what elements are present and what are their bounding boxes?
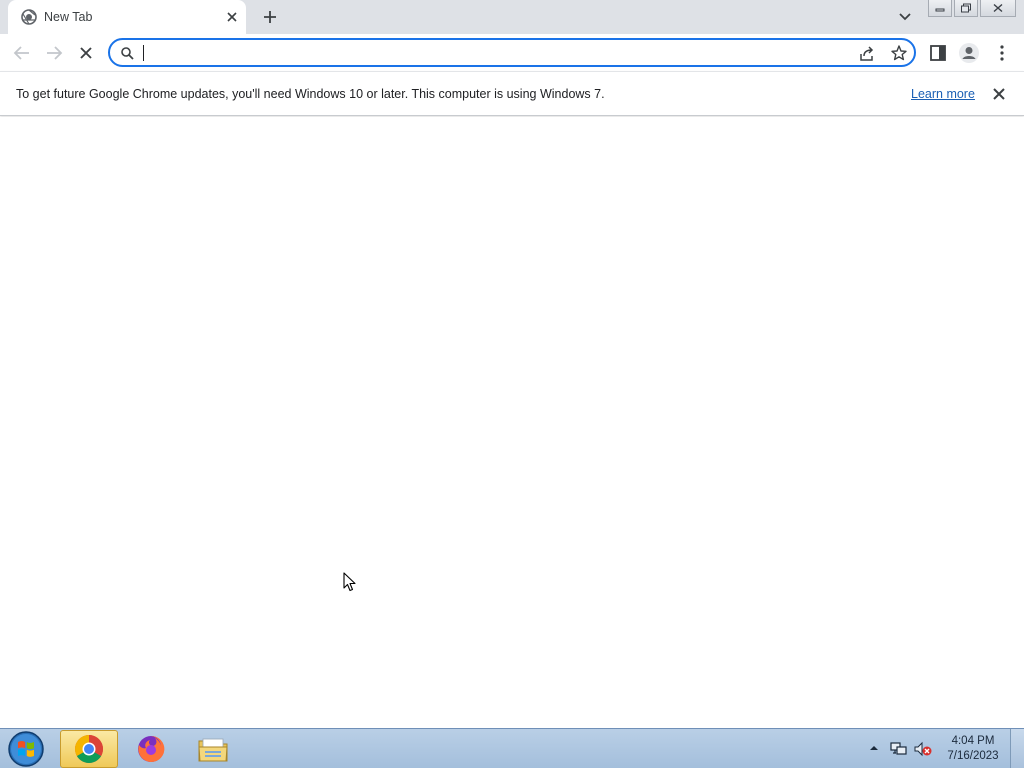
forward-arrow-icon[interactable] (43, 42, 65, 64)
minimize-icon (935, 8, 945, 12)
tab-close-icon[interactable] (223, 8, 241, 26)
address-bar[interactable] (108, 38, 916, 67)
screen: New Tab To get future Google Chrome upda… (0, 0, 1024, 768)
browser-toolbar (0, 34, 1024, 71)
window-close-button[interactable] (980, 0, 1016, 17)
infobar-close-icon[interactable] (990, 85, 1008, 103)
mouse-pointer-icon (343, 572, 356, 592)
share-icon[interactable] (858, 45, 876, 63)
taskbar-chrome[interactable] (60, 730, 118, 768)
clock-time: 4:04 PM (951, 735, 995, 747)
restore-icon (961, 3, 971, 13)
new-tab-plus-icon[interactable] (259, 6, 281, 28)
learn-more-link[interactable]: Learn more (911, 87, 975, 101)
profile-icon[interactable] (958, 42, 980, 64)
kebab-menu-icon[interactable] (991, 42, 1013, 64)
tab-title: New Tab (44, 10, 93, 24)
restore-button[interactable] (954, 0, 978, 17)
network-icon[interactable] (890, 741, 908, 757)
windows-taskbar: 4:04 PM 7/16/2023 (0, 728, 1024, 768)
tray-expand-icon[interactable] (869, 743, 879, 753)
tab-strip: New Tab (0, 0, 1024, 34)
minimize-button[interactable] (928, 0, 952, 17)
update-infobar: To get future Google Chrome updates, you… (0, 71, 1024, 116)
chrome-icon (75, 735, 103, 763)
side-panel-icon[interactable] (927, 42, 949, 64)
infobar-message: To get future Google Chrome updates, you… (16, 87, 605, 101)
taskbar-firefox[interactable] (122, 730, 180, 768)
page-content[interactable] (0, 117, 1024, 728)
folder-icon (198, 738, 228, 762)
window-controls (928, 0, 1018, 18)
volume-muted-icon[interactable] (914, 741, 932, 757)
show-desktop-button[interactable] (1010, 729, 1024, 768)
address-input[interactable] (142, 43, 842, 63)
stop-loading-icon[interactable] (75, 42, 97, 64)
chevron-down-icon[interactable] (895, 8, 915, 26)
search-icon (121, 47, 134, 60)
windows-start-icon[interactable] (6, 730, 46, 768)
chrome-newtab-icon (21, 9, 37, 25)
taskbar-file-explorer[interactable] (184, 730, 242, 768)
tab-new-tab[interactable]: New Tab (8, 0, 246, 34)
clock-date: 7/16/2023 (947, 750, 999, 762)
close-icon (993, 3, 1003, 13)
text-caret (143, 45, 144, 61)
system-clock[interactable]: 4:04 PM 7/16/2023 (940, 734, 1006, 764)
firefox-icon (138, 735, 165, 762)
bookmark-star-icon[interactable] (890, 44, 908, 62)
back-arrow-icon[interactable] (11, 42, 33, 64)
